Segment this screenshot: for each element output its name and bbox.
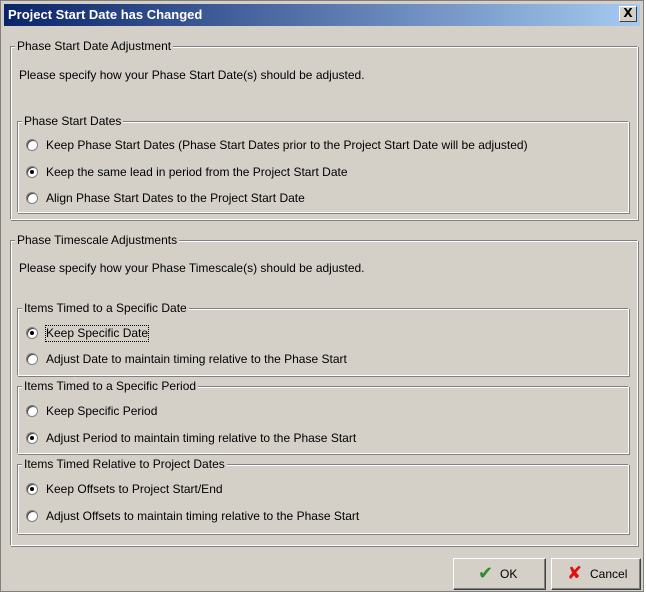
radio-button[interactable] [26,432,38,444]
project-dates-group: Items Timed Relative to Project Dates Ke… [17,457,629,534]
option-label: Keep the same lead in period from the Pr… [46,165,348,179]
timescale-adjustments-legend: Phase Timescale Adjustments [15,233,180,247]
option-label: Keep Phase Start Dates (Phase Start Date… [46,138,528,152]
radio-button[interactable] [26,510,38,522]
timescale-adjustments-group: Phase Timescale Adjustments Please speci… [10,233,638,546]
title-bar[interactable]: Project Start Date has Changed X [4,4,640,26]
radio-button[interactable] [26,353,38,365]
option-label: Keep Specific Date [44,325,150,342]
radio-dot [30,487,34,491]
close-button[interactable]: X [619,6,637,22]
project-dates-legend: Items Timed Relative to Project Dates [22,457,227,471]
radio-dot [30,436,34,440]
ok-label: OK [500,567,518,581]
check-icon: ✔ [478,563,494,584]
option-label: Adjust Period to maintain timing relativ… [46,431,357,445]
radio-button[interactable] [26,166,38,178]
x-icon: ✘ [567,563,583,584]
radio-dot [30,331,34,335]
phase-start-adjustment-group: Phase Start Date Adjustment Please speci… [10,39,638,220]
radio-button[interactable] [26,192,38,204]
close-icon: X [623,6,633,20]
timescale-description: Please specify how your Phase Timescale(… [19,261,365,275]
phase-start-dates-legend: Phase Start Dates [22,114,124,128]
option-label: Adjust Offsets to maintain timing relati… [46,509,360,523]
radio-button[interactable] [26,139,38,151]
radio-button[interactable] [26,405,38,417]
option-label: Keep Specific Period [46,404,158,418]
radio-dot [30,170,34,174]
radio-button[interactable] [26,327,38,339]
cancel-label: Cancel [590,567,628,581]
ok-button[interactable]: ✔ OK [453,558,546,590]
option-label: Adjust Date to maintain timing relative … [46,352,347,366]
project-start-date-dialog: Project Start Date has Changed X Phase S… [0,0,644,592]
phase-start-adjustment-legend: Phase Start Date Adjustment [15,39,174,53]
cancel-button[interactable]: ✘ Cancel [551,558,641,590]
specific-date-legend: Items Timed to a Specific Date [22,301,189,315]
radio-button[interactable] [26,483,38,495]
dialog-title: Project Start Date has Changed [8,7,203,22]
option-label: Align Phase Start Dates to the Project S… [46,191,305,205]
specific-date-group: Items Timed to a Specific Date Keep Spec… [17,301,629,376]
phase-start-dates-group: Phase Start Dates Keep Phase Start Dates… [17,114,629,213]
specific-period-group: Items Timed to a Specific Period Keep Sp… [17,379,629,454]
option-label: Keep Offsets to Project Start/End [46,482,223,496]
phase-start-description: Please specify how your Phase Start Date… [19,68,365,82]
specific-period-legend: Items Timed to a Specific Period [22,379,199,393]
